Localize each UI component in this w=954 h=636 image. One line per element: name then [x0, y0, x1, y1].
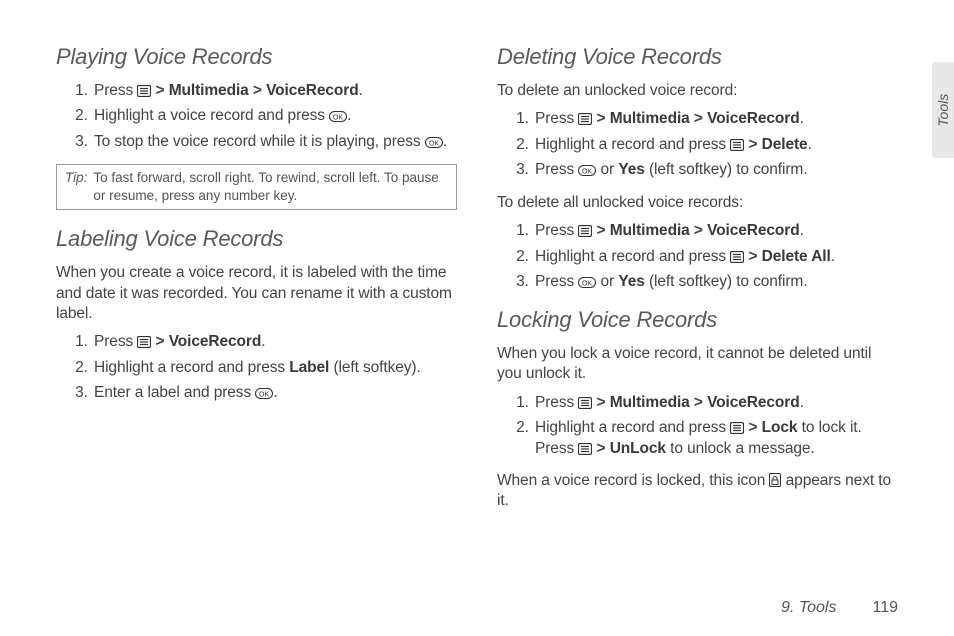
step: Press > Multimedia > VoiceRecord. [533, 393, 898, 413]
step: Press or Yes (left softkey) to confirm. [533, 160, 898, 180]
menu-key-icon [137, 85, 151, 97]
page-footer: 9. Tools 119 [781, 597, 898, 618]
lock-icon [769, 473, 781, 487]
heading-labeling: Labeling Voice Records [56, 224, 457, 253]
ok-key-icon [255, 388, 273, 399]
menu-key-icon [137, 336, 151, 348]
heading-locking: Locking Voice Records [497, 305, 898, 334]
step: Highlight a record and press > Delete Al… [533, 247, 898, 267]
menu-key-icon [578, 397, 592, 409]
ok-key-icon [578, 277, 596, 288]
tip-label: Tip: [65, 169, 87, 187]
locking-steps: Press > Multimedia > VoiceRecord. Highli… [497, 393, 898, 459]
ok-key-icon [578, 165, 596, 176]
section-tab-label: Tools [934, 94, 952, 127]
menu-key-icon [730, 422, 744, 434]
tip-text: To fast forward, scroll right. To rewind… [93, 169, 448, 205]
page-number: 119 [872, 597, 898, 618]
step: Enter a label and press . [92, 383, 457, 403]
delete-one-steps: Press > Multimedia > VoiceRecord. Highli… [497, 109, 898, 180]
menu-key-icon [578, 113, 592, 125]
delete-all-steps: Press > Multimedia > VoiceRecord. Highli… [497, 221, 898, 292]
ok-key-icon [329, 111, 347, 122]
delete-one-intro: To delete an unlocked voice record: [497, 81, 898, 101]
step: Press > VoiceRecord. [92, 332, 457, 352]
ok-key-icon [425, 137, 443, 148]
step: Highlight a record and press > Delete. [533, 135, 898, 155]
step: Press > Multimedia > VoiceRecord. [533, 109, 898, 129]
step: Press > Multimedia > VoiceRecord. [92, 81, 457, 101]
step: Highlight a record and press > Lock to l… [533, 418, 898, 459]
tip-box: Tip: To fast forward, scroll right. To r… [56, 164, 457, 210]
delete-all-intro: To delete all unlocked voice records: [497, 193, 898, 213]
heading-playing: Playing Voice Records [56, 42, 457, 71]
locking-intro: When you lock a voice record, it cannot … [497, 344, 898, 385]
labeling-steps: Press > VoiceRecord. Highlight a record … [56, 332, 457, 403]
manual-page: Playing Voice Records Press > Multimedia… [0, 0, 954, 636]
step: To stop the voice record while it is pla… [92, 132, 457, 152]
step: Press or Yes (left softkey) to confirm. [533, 272, 898, 292]
menu-key-icon [578, 225, 592, 237]
footer-section: 9. Tools [781, 597, 836, 618]
menu-key-icon [578, 443, 592, 455]
menu-key-icon [730, 251, 744, 263]
section-tab: Tools [932, 62, 954, 158]
menu-key-icon [730, 139, 744, 151]
heading-deleting: Deleting Voice Records [497, 42, 898, 71]
step: Press > Multimedia > VoiceRecord. [533, 221, 898, 241]
left-column: Playing Voice Records Press > Multimedia… [56, 40, 457, 616]
right-column: Deleting Voice Records To delete an unlo… [497, 40, 898, 616]
step: Highlight a voice record and press . [92, 106, 457, 126]
step: Highlight a record and press Label (left… [92, 358, 457, 378]
playing-steps: Press > Multimedia > VoiceRecord. Highli… [56, 81, 457, 152]
locking-icon-note: When a voice record is locked, this icon… [497, 471, 898, 512]
labeling-intro: When you create a voice record, it is la… [56, 263, 457, 324]
